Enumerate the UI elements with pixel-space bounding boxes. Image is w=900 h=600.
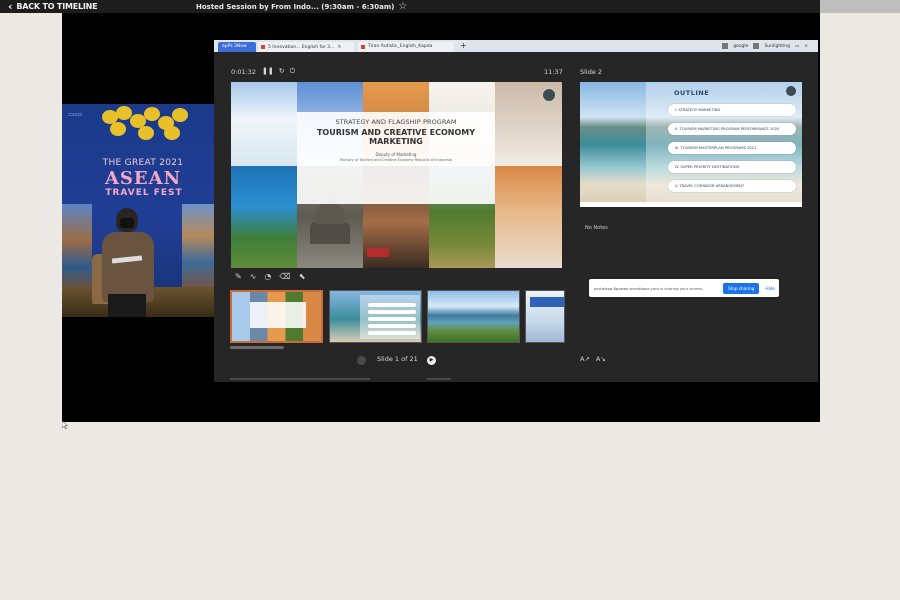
slide-title-box: STRATEGY AND FLAGSHIP PROGRAM TOURISM AN… bbox=[297, 112, 495, 204]
slide-thumbnail-1[interactable] bbox=[230, 290, 323, 343]
banner-collage-right bbox=[182, 204, 214, 294]
pause-icon[interactable]: ❚❚ bbox=[262, 67, 274, 76]
flower-decoration bbox=[98, 104, 194, 144]
chevron-left-icon: ‹ bbox=[8, 0, 13, 13]
laser-icon[interactable]: ∿ bbox=[250, 272, 257, 281]
powerpoint-icon bbox=[361, 45, 365, 49]
next-slide-preview[interactable]: OUTLINE I. STRATEGY MARKETING II. TOURIS… bbox=[580, 82, 802, 207]
photo-tile bbox=[231, 166, 297, 268]
current-slide[interactable]: STRATEGY AND FLAGSHIP PROGRAM TOURISM AN… bbox=[231, 82, 562, 268]
outline-item: V. TRAVEL CORRIDOR ARRANGEMENT bbox=[668, 180, 796, 192]
slide-subtitle-2: Ministry of Tourism and Creative Economy… bbox=[339, 158, 453, 162]
power-icon[interactable]: ⏻ bbox=[290, 67, 296, 76]
back-to-timeline-link[interactable]: ‹ BACK TO TIMELINE bbox=[8, 0, 98, 13]
palette-icon[interactable]: ◔ bbox=[264, 272, 271, 281]
previous-slide-button[interactable] bbox=[357, 356, 366, 365]
slide-thumbnail-3[interactable] bbox=[427, 290, 520, 343]
photo-tile bbox=[495, 166, 562, 268]
shared-screen: apPs 3Now 5 Innovation... English for 3.… bbox=[214, 40, 818, 382]
timer-controls: ❚❚ ↻ ⏻ bbox=[262, 67, 295, 76]
screen-share-bar: portalapp.6gaweb.eventbase.com is sharin… bbox=[589, 279, 779, 297]
decrease-font-icon[interactable]: A↘ bbox=[596, 355, 606, 363]
window-close-icon[interactable]: × bbox=[804, 44, 808, 49]
next-slide-label: Slide 2 bbox=[580, 68, 603, 76]
increase-font-icon[interactable]: A↗ bbox=[580, 355, 590, 363]
font-size-controls: A↗ A↘ bbox=[580, 355, 606, 363]
back-label: BACK TO TIMELINE bbox=[16, 2, 98, 11]
minimize-icon[interactable]: ▭ bbox=[795, 44, 799, 49]
top-bar: ‹ BACK TO TIMELINE Hosted Session by Fro… bbox=[0, 0, 900, 13]
topbar-right-area bbox=[820, 0, 900, 13]
profile-icon[interactable] bbox=[753, 43, 760, 49]
photo-tile bbox=[231, 82, 297, 166]
slide-title-line-1: STRATEGY AND FLAGSHIP PROGRAM bbox=[335, 118, 457, 126]
slide-thumbnail-2[interactable] bbox=[329, 290, 422, 343]
stop-sharing-button[interactable]: Stop sharing bbox=[723, 282, 760, 294]
account-name-2[interactable]: Sunlighting bbox=[764, 44, 790, 49]
banner-logo: ▭▭▭ bbox=[68, 112, 83, 118]
banner-travel-fest: TRAVEL FEST bbox=[105, 188, 183, 198]
session-title: Hosted Session by From Indo... (9:30am -… bbox=[196, 0, 407, 13]
thumbnail-scrollbar[interactable] bbox=[230, 346, 284, 349]
speaker-mask bbox=[120, 218, 134, 228]
pen-icon[interactable]: ✎ bbox=[235, 272, 242, 281]
star-icon[interactable]: ☆ bbox=[398, 1, 407, 12]
progress-track bbox=[427, 378, 451, 380]
extension-icon[interactable] bbox=[722, 43, 729, 49]
annotation-toolbar: ✎ ∿ ◔ ⌫ ⬉ bbox=[235, 272, 305, 281]
next-slide-button[interactable]: ▶ bbox=[427, 356, 436, 365]
outline-item: IV. SUPER PRIORITY DESTINATIONS bbox=[668, 161, 796, 173]
mouse-cursor-icon bbox=[62, 421, 68, 429]
ministry-seal-icon bbox=[542, 88, 556, 102]
speaker-notes: No Notes bbox=[585, 225, 608, 231]
banner-year: THE GREAT 2021 bbox=[102, 158, 184, 168]
close-icon[interactable]: × bbox=[337, 44, 341, 50]
slide-subtitle-1: Deputy of Marketing bbox=[375, 152, 417, 157]
share-message: portalapp.6gaweb.eventbase.com is sharin… bbox=[594, 285, 704, 291]
progress-track bbox=[230, 378, 370, 380]
slide-footer bbox=[580, 202, 802, 207]
session-title-text: Hosted Session by From Indo... (9:30am -… bbox=[196, 2, 395, 11]
outline-item: II. TOURISM MARKETING PROGRAM PERFORMANC… bbox=[668, 123, 796, 135]
new-tab-button[interactable]: + bbox=[460, 40, 467, 52]
brand-logo bbox=[367, 248, 389, 257]
elapsed-timer: 0:01:32 bbox=[231, 68, 257, 76]
banner-asean: ASEAN bbox=[104, 168, 182, 189]
outline-item: I. STRATEGY MARKETING bbox=[668, 104, 796, 116]
outline-heading: OUTLINE bbox=[674, 89, 710, 97]
slide-title-line-2: TOURISM AND CREATIVE ECONOMY MARKETING bbox=[316, 128, 476, 146]
outline-item: III. TOURISM MASTERPLAN PROGRAMS 2021 bbox=[668, 142, 796, 154]
hide-button[interactable]: Hide bbox=[765, 286, 775, 291]
browser-tab-bar: apPs 3Now 5 Innovation... English for 3.… bbox=[214, 40, 818, 52]
clock: 11:37 bbox=[544, 68, 563, 76]
speaker-body bbox=[102, 232, 154, 302]
browser-tab-1[interactable]: apPs 3Now bbox=[218, 42, 256, 52]
banner-collage-left bbox=[62, 204, 92, 294]
slide-thumbnail-4[interactable] bbox=[525, 290, 565, 343]
speaker-legs bbox=[108, 294, 146, 317]
eraser-icon[interactable]: ⌫ bbox=[279, 272, 290, 281]
powerpoint-icon bbox=[261, 45, 265, 49]
slide-counter: Slide 1 of 21 bbox=[377, 355, 418, 363]
browser-tab-label: Tiran Autistic_English_Kapda bbox=[368, 44, 433, 49]
browser-controls: google Sunlighting ▭ × bbox=[722, 43, 808, 49]
browser-tab-label: apPs 3Now bbox=[222, 44, 247, 49]
pointer-icon[interactable]: ⬉ bbox=[299, 272, 306, 281]
browser-tab-3[interactable]: Tiran Autistic_English_Kapda bbox=[358, 42, 454, 52]
restart-icon[interactable]: ↻ bbox=[279, 67, 285, 76]
ministry-seal-icon bbox=[786, 86, 796, 96]
speaker-webcam: ▭▭▭ THE GREAT 2021 ASEAN TRAVEL FEST bbox=[62, 104, 214, 317]
browser-tab-label: 5 Innovation... English for 3... bbox=[268, 45, 335, 50]
account-name[interactable]: google bbox=[733, 44, 748, 49]
browser-tab-2[interactable]: 5 Innovation... English for 3... × bbox=[258, 42, 354, 52]
